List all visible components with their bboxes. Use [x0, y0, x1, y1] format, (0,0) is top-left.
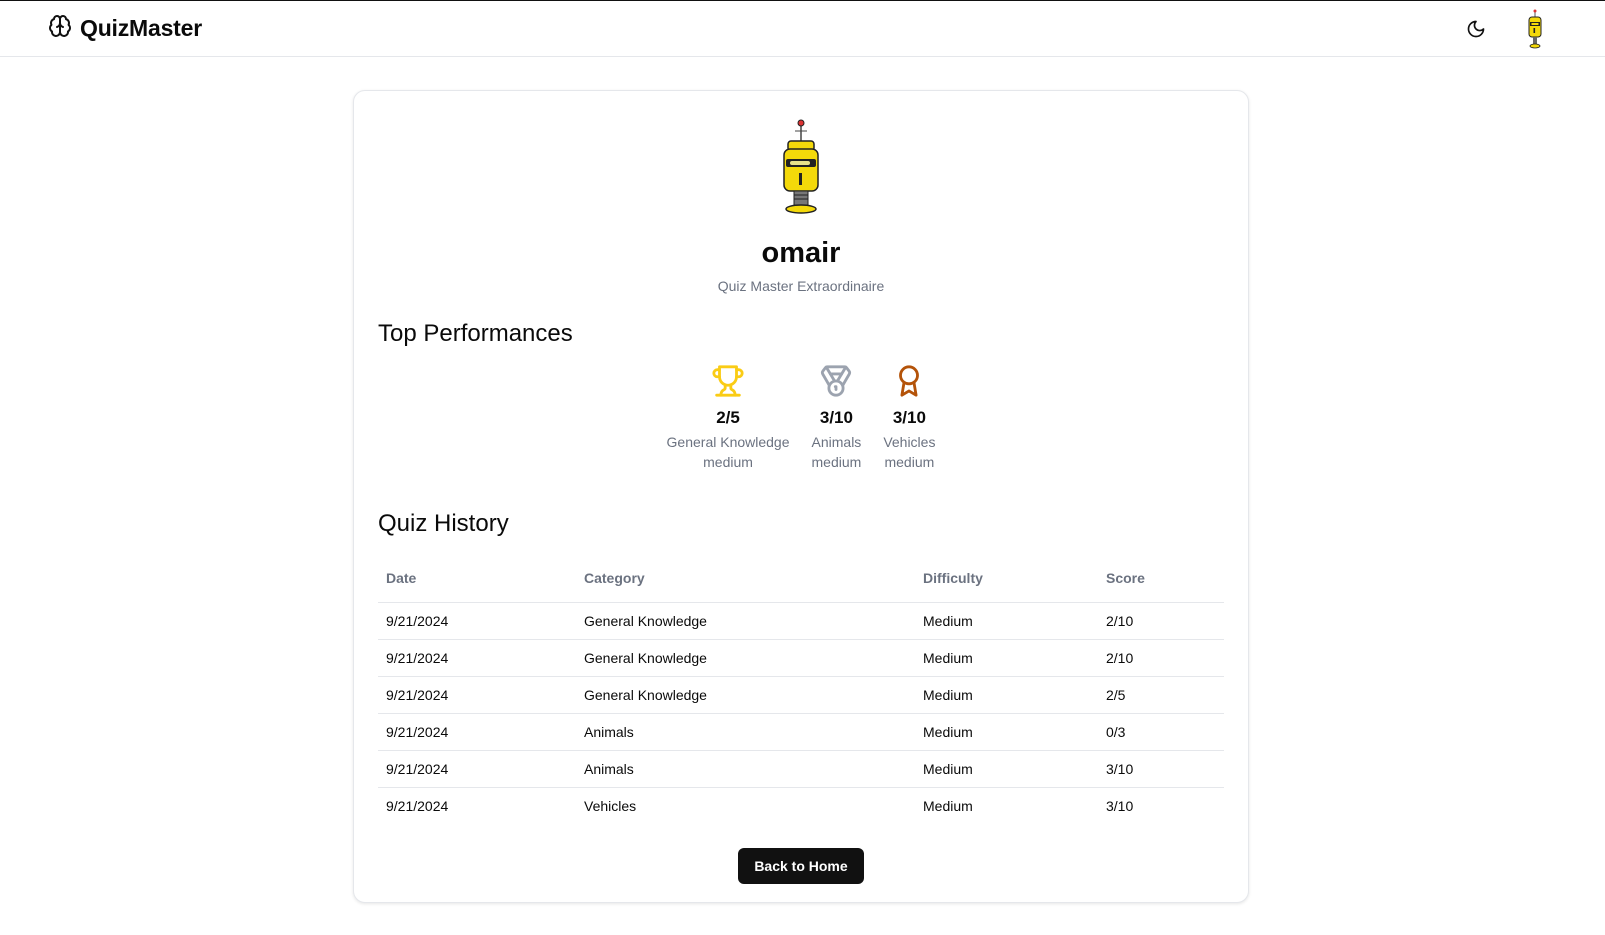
row-difficulty: Medium — [915, 750, 1098, 788]
table-row: 9/21/2024 General Knowledge Medium 2/10 — [378, 602, 1224, 640]
performance-item: 3/10 Vehicles medium — [883, 364, 935, 472]
theme-toggle-button[interactable] — [1463, 16, 1489, 42]
row-category: General Knowledge — [576, 676, 915, 714]
performance-difficulty: medium — [811, 454, 862, 470]
row-score: 0/3 — [1098, 713, 1224, 751]
performance-item: 3/10 Animals medium — [811, 364, 862, 472]
table-row: 9/21/2024 Animals Medium 0/3 — [378, 713, 1224, 751]
row-difficulty: Medium — [923, 797, 973, 814]
row-category: Vehicles — [584, 797, 637, 814]
robot-avatar — [1528, 9, 1542, 48]
performance-item: 2/5 General Knowledge medium — [667, 364, 790, 472]
row-difficulty: Medium — [915, 639, 1098, 677]
table-header-row: Date Category Difficulty Score — [378, 554, 1224, 603]
profile-card: omair Quiz Master Extraordinaire Top Per… — [353, 90, 1249, 903]
table-row: 9/21/2024 General Knowledge Medium 2/5 — [378, 676, 1224, 714]
row-date: 9/21/2024 — [386, 797, 449, 814]
row-date: 9/21/2024 — [378, 639, 576, 677]
column-header-difficulty: Difficulty — [915, 554, 1098, 603]
quiz-history-table: Date Category Difficulty Score 9/21/2024… — [378, 554, 1224, 824]
performance-category: Animals — [811, 434, 862, 450]
row-score: 3/10 — [1106, 797, 1134, 814]
row-category: Animals — [576, 750, 915, 788]
user-avatar-button[interactable] — [1523, 9, 1547, 49]
trophy-icon — [712, 365, 744, 397]
award-icon — [899, 365, 920, 397]
row-difficulty: Medium — [915, 676, 1098, 714]
table-row: 9/21/2024 Vehicles Medium 3/10 — [378, 787, 1224, 824]
column-header-category: Category — [576, 554, 915, 603]
performance-category: Vehicles — [883, 434, 936, 450]
user-subtitle: Quiz Master Extraordinaire — [717, 278, 885, 294]
row-category: Animals — [576, 713, 915, 751]
top-performances-list: 2/5 General Knowledge medium 3/10 Animal… — [378, 364, 1224, 472]
row-date: 9/21/2024 — [378, 750, 576, 788]
profile-header: omair Quiz Master Extraordinaire — [378, 115, 1224, 294]
performance-category: General Knowledge — [666, 434, 790, 450]
row-difficulty: Medium — [915, 713, 1098, 751]
column-header-score: Score — [1098, 554, 1224, 603]
brand-link[interactable]: QuizMaster — [48, 14, 202, 43]
row-category: General Knowledge — [576, 639, 915, 677]
performance-score: 2/5 — [716, 408, 740, 427]
row-date: 9/21/2024 — [378, 602, 576, 640]
back-to-home-button[interactable]: Back to Home — [738, 848, 864, 884]
robot-avatar — [783, 119, 819, 214]
row-date: 9/21/2024 — [378, 713, 576, 751]
top-navbar: QuizMaster — [0, 1, 1605, 57]
table-row: 9/21/2024 General Knowledge Medium 2/10 — [378, 639, 1224, 677]
performance-score: 3/10 — [819, 408, 853, 427]
performance-difficulty: medium — [703, 454, 753, 470]
table-row: 9/21/2024 Animals Medium 3/10 — [378, 750, 1224, 788]
row-score: 3/10 — [1098, 750, 1224, 788]
row-score: 2/10 — [1098, 639, 1224, 677]
quiz-history-title: Quiz History — [378, 510, 509, 537]
app-title: QuizMaster — [80, 15, 202, 41]
medal-icon — [821, 365, 852, 397]
performance-score: 3/10 — [892, 408, 926, 427]
row-date: 9/21/2024 — [378, 676, 576, 714]
top-performances-title: Top Performances — [378, 320, 573, 347]
moon-icon — [1467, 20, 1485, 37]
username: omair — [761, 237, 841, 269]
brain-icon — [48, 14, 72, 43]
row-category: General Knowledge — [576, 602, 915, 640]
row-score: 2/5 — [1098, 676, 1224, 714]
performance-difficulty: medium — [884, 454, 935, 470]
column-header-date: Date — [378, 554, 576, 603]
row-score: 2/10 — [1098, 602, 1224, 640]
row-difficulty: Medium — [915, 602, 1098, 640]
